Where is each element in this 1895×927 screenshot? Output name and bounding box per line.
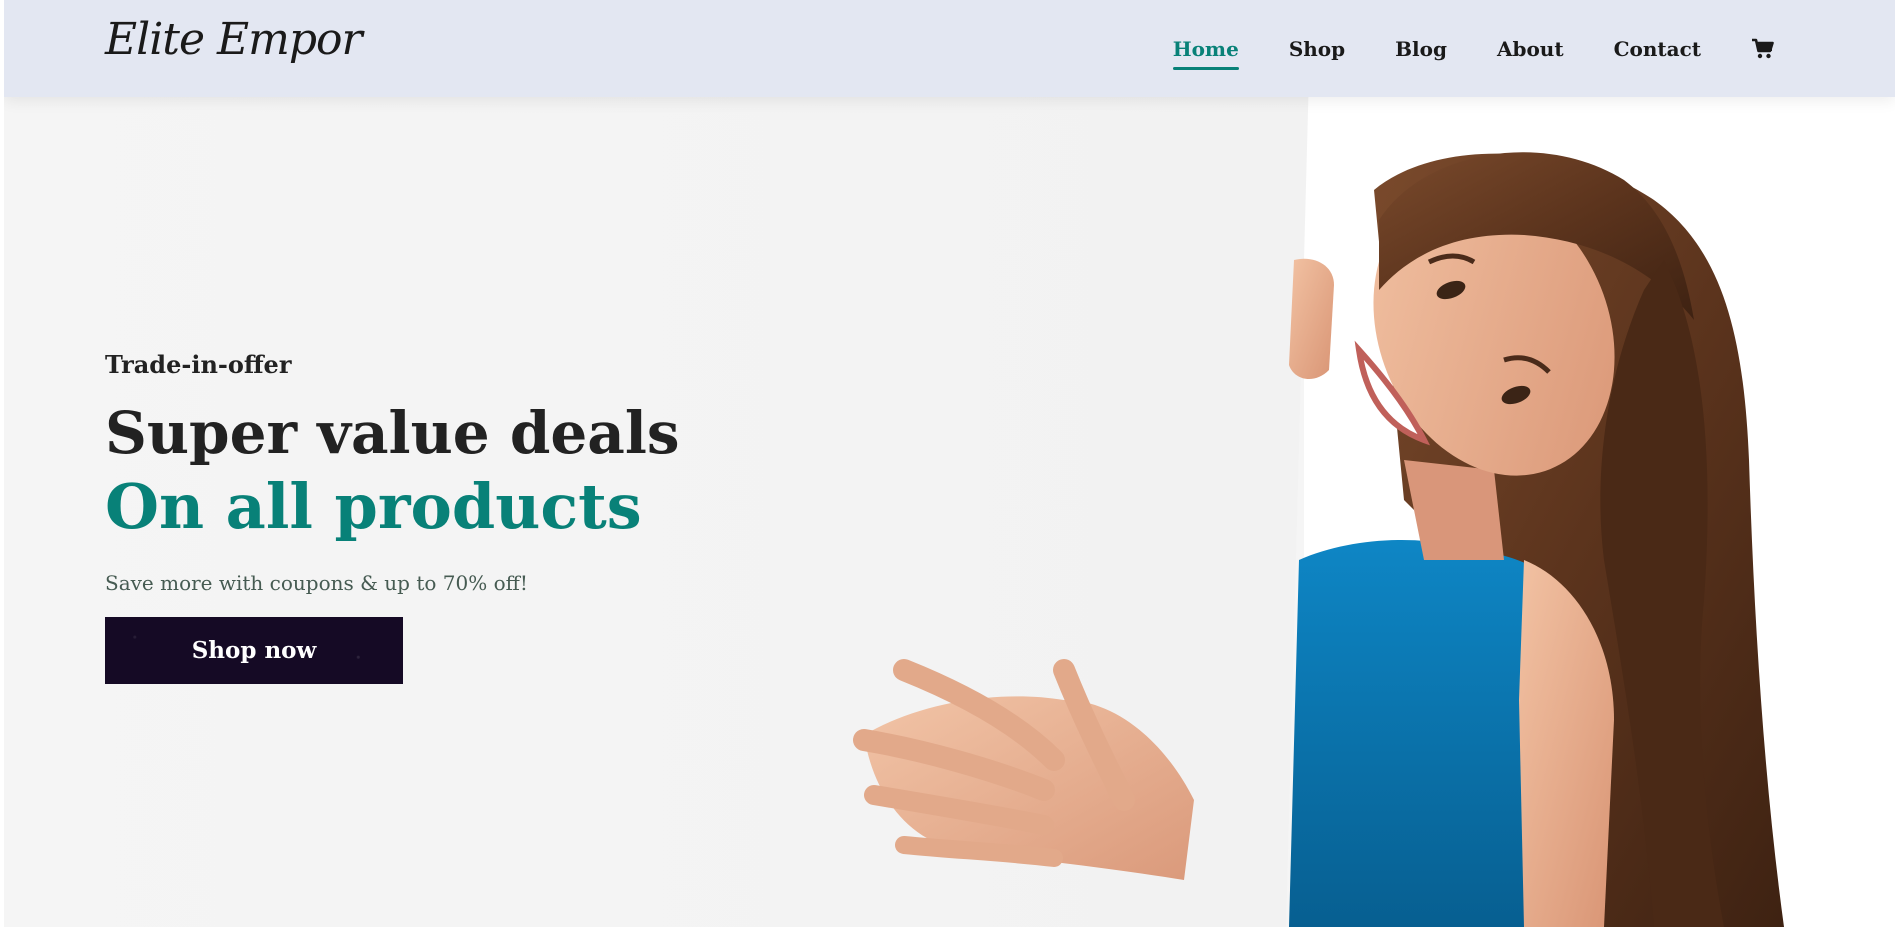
brand-logo[interactable]: Elite Empor	[105, 14, 363, 65]
hero-section: Trade-in-offer Super value deals On all …	[105, 350, 680, 684]
page: Elite Empor Home Shop Blog About Contact…	[0, 0, 1895, 927]
hero-subtext: Save more with coupons & up to 70% off!	[105, 571, 528, 595]
hero-headline: Super value deals	[105, 399, 680, 467]
nav-item-shop[interactable]: Shop	[1289, 37, 1345, 61]
hero-headline-accent: On all products	[105, 470, 642, 543]
main-nav: Home Shop Blog About Contact	[1172, 0, 1775, 97]
nav-item-about[interactable]: About	[1497, 37, 1564, 61]
shopping-cart-icon[interactable]	[1751, 38, 1775, 60]
site-header: Elite Empor Home Shop Blog About Contact	[4, 0, 1895, 97]
hero-eyebrow: Trade-in-offer	[105, 350, 292, 379]
shop-now-button[interactable]: Shop now	[105, 617, 403, 684]
nav-item-contact[interactable]: Contact	[1614, 37, 1701, 61]
nav-item-home[interactable]: Home	[1172, 37, 1239, 70]
nav-item-blog[interactable]: Blog	[1395, 37, 1447, 61]
